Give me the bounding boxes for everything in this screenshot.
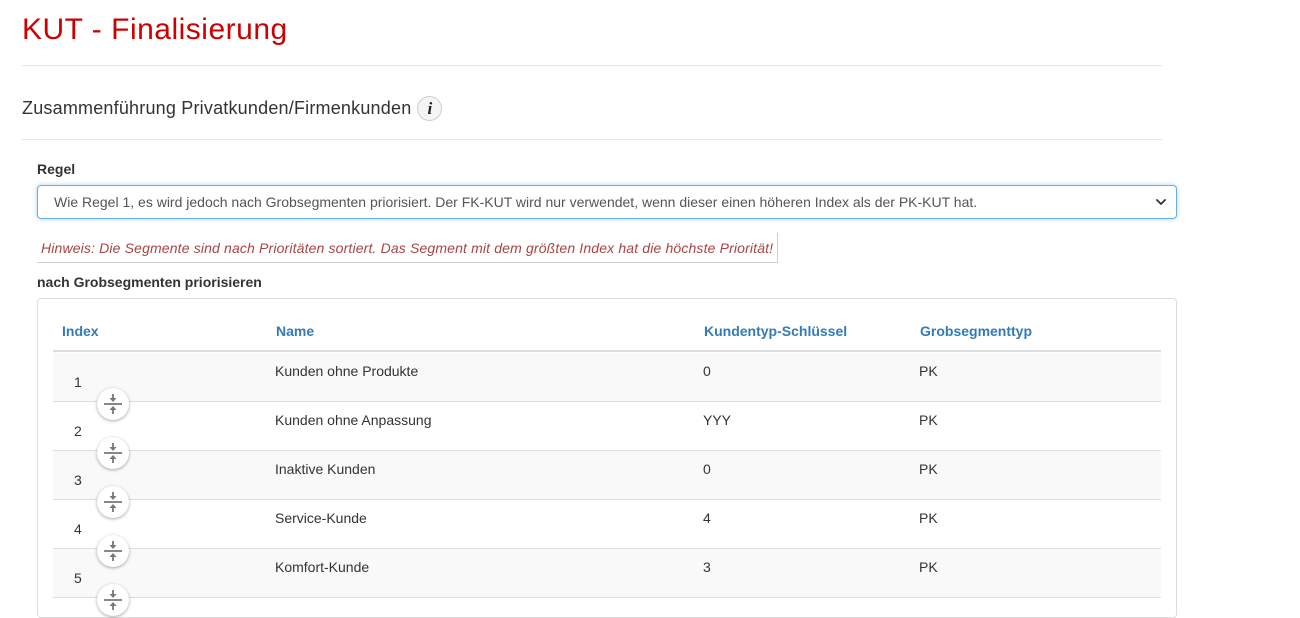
swap-rows-button[interactable]: [97, 486, 129, 518]
row-customer-type-key: 3: [703, 559, 711, 575]
segments-panel: Index Name Kundentyp-Schlüssel Grobsegme…: [37, 298, 1177, 618]
priority-hint: Hinweis: Die Segmente sind nach Prioritä…: [37, 233, 779, 263]
row-customer-type-key: YYY: [703, 412, 732, 428]
row-name: Kunden ohne Produkte: [275, 363, 419, 379]
swap-rows-button[interactable]: [97, 388, 129, 420]
title-divider: [22, 65, 1162, 66]
swap-rows-button[interactable]: [97, 437, 129, 469]
row-index: 1: [74, 374, 82, 390]
column-header-name[interactable]: Name: [276, 323, 314, 339]
row-name: Inaktive Kunden: [275, 461, 376, 477]
row-index: 2: [74, 423, 82, 439]
heading-divider: [22, 139, 1162, 140]
row-segment-type: PK: [919, 461, 938, 477]
row-name: Service-Kunde: [275, 510, 367, 526]
column-header-index[interactable]: Index: [62, 323, 99, 339]
swap-rows-button[interactable]: [97, 535, 129, 567]
swap-vertical-icon: [103, 393, 123, 415]
swap-vertical-icon: [103, 589, 123, 611]
section-heading: Zusammenführung Privatkunden/Firmenkunde…: [22, 94, 443, 122]
page-title: KUT - Finalisierung: [22, 13, 288, 46]
table-header: Index Name Kundentyp-Schlüssel Grobsegme…: [53, 299, 1161, 352]
row-name: Komfort-Kunde: [275, 559, 370, 575]
chevron-down-icon: [1156, 199, 1166, 205]
row-segment-type: PK: [919, 510, 938, 526]
row-index: 5: [74, 570, 82, 586]
table-row: 2 Kunden ohne Anpassung YYY PK: [53, 402, 1161, 469]
row-customer-type-key: 4: [703, 510, 711, 526]
row-segment-type: PK: [919, 363, 938, 379]
rule-select-value: Wie Regel 1, es wird jedoch nach Grobseg…: [54, 194, 978, 210]
row-segment-type: PK: [919, 559, 938, 575]
info-icon[interactable]: i: [417, 95, 443, 121]
row-segment-type: PK: [919, 412, 938, 428]
row-customer-type-key: 0: [703, 363, 711, 379]
table-row: 5 Komfort-Kunde 3 PK: [53, 549, 1161, 616]
section-heading-text: Zusammenführung Privatkunden/Firmenkunde…: [22, 97, 412, 118]
swap-vertical-icon: [103, 540, 123, 562]
column-header-key[interactable]: Kundentyp-Schlüssel: [704, 323, 847, 339]
row-customer-type-key: 0: [703, 461, 711, 477]
column-header-type[interactable]: Grobsegmenttyp: [920, 323, 1032, 339]
table-row: 4 Service-Kunde 4 PK: [53, 500, 1161, 567]
row-index: 3: [74, 472, 82, 488]
table-row: 1 Kunden ohne Produkte 0 PK: [53, 353, 1161, 420]
row-name: Kunden ohne Anpassung: [275, 412, 432, 428]
swap-rows-button[interactable]: [97, 584, 129, 616]
rule-label: Regel: [37, 161, 76, 177]
row-index: 4: [74, 521, 82, 537]
prioritize-label: nach Grobsegmenten priorisieren: [37, 274, 262, 290]
swap-vertical-icon: [103, 491, 123, 513]
rule-select[interactable]: Wie Regel 1, es wird jedoch nach Grobseg…: [37, 185, 1177, 219]
swap-vertical-icon: [103, 442, 123, 464]
table-row: 3 Inaktive Kunden 0 PK: [53, 451, 1161, 518]
